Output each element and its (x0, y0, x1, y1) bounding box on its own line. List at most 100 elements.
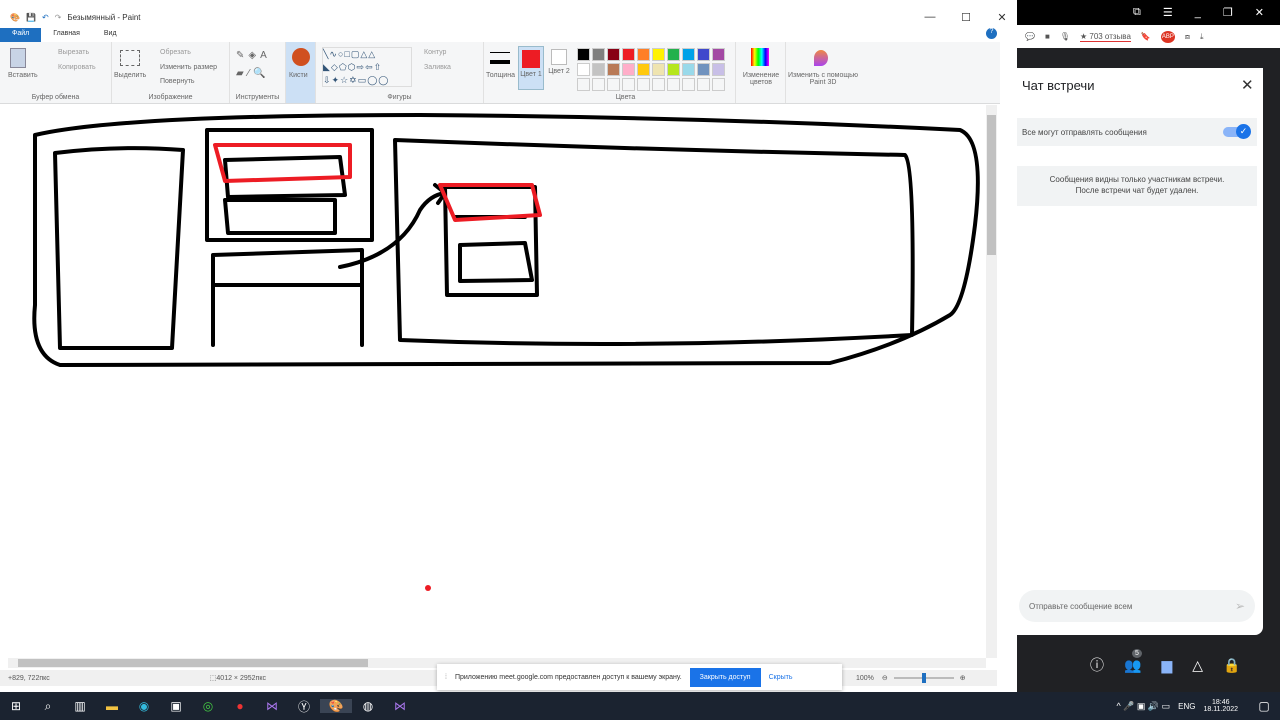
activities-icon[interactable]: △ (1192, 657, 1203, 674)
select-button[interactable]: Выделить (114, 72, 146, 79)
palette-swatch[interactable] (577, 78, 590, 91)
palette-swatch[interactable] (682, 78, 695, 91)
stop-sharing-button[interactable]: Закрыть доступ (689, 667, 761, 687)
yandex-browser-icon[interactable]: Ⓨ (288, 698, 320, 715)
chat-input[interactable]: Отправьте сообщение всем ➢ (1019, 590, 1255, 622)
color1-button[interactable]: Цвет 1 (518, 46, 544, 90)
paint3d-button[interactable]: Изменить с помощью Paint 3D (786, 42, 860, 103)
palette-swatch[interactable] (637, 48, 650, 61)
palette-swatch[interactable] (607, 48, 620, 61)
palette-swatch[interactable] (592, 78, 605, 91)
reviews-link[interactable]: ★ 703 отзыва (1079, 32, 1131, 42)
edit-colors-button[interactable]: Изменение цветов (736, 42, 786, 103)
crop-button[interactable]: Обрезать (160, 49, 191, 56)
host-controls-icon[interactable]: 🔒 (1223, 657, 1240, 674)
close-chat-button[interactable]: ✕ (1241, 76, 1254, 94)
canvas[interactable] (0, 105, 997, 658)
explorer-icon[interactable]: ▬ (96, 699, 128, 713)
palette-swatch[interactable] (667, 48, 680, 61)
palette-swatch[interactable] (697, 48, 710, 61)
hide-button[interactable]: Скрыть (769, 674, 793, 681)
copy-button[interactable]: Копировать (58, 64, 96, 71)
close-button[interactable]: ✕ (1255, 6, 1264, 19)
palette-swatch[interactable] (607, 63, 620, 76)
palette-swatch[interactable] (682, 48, 695, 61)
fill-button[interactable]: Заливка (424, 64, 451, 71)
tab-view[interactable]: Вид (92, 28, 129, 42)
obs-icon[interactable]: ◍ (352, 699, 384, 713)
palette-swatch[interactable] (682, 63, 695, 76)
search-icon[interactable]: ⌕ (32, 699, 64, 714)
tray-icons[interactable]: ^ 🎤 ▣ 🔊 ▭ (1116, 701, 1170, 712)
resize-button[interactable]: Изменить размер (160, 64, 217, 71)
tab-home[interactable]: Главная (41, 28, 92, 42)
redo-icon[interactable]: ↷ (55, 13, 62, 22)
palette-swatch[interactable] (712, 78, 725, 91)
mic-icon[interactable]: 🎙 (1060, 32, 1070, 41)
paint-icon[interactable]: 🎨 (320, 699, 352, 713)
palette-swatch[interactable] (712, 48, 725, 61)
language-indicator[interactable]: ENG (1178, 702, 1195, 711)
vertical-scrollbar[interactable] (986, 105, 997, 658)
palette-swatch[interactable] (652, 63, 665, 76)
palette-swatch[interactable] (637, 78, 650, 91)
chrome-icon[interactable]: ◎ (192, 699, 224, 713)
palette-swatch[interactable] (652, 48, 665, 61)
collections-icon[interactable]: ⧉ (1133, 6, 1141, 19)
cut-button[interactable]: Вырезать (58, 49, 89, 56)
help-icon[interactable]: ? (986, 28, 997, 39)
palette-swatch[interactable] (637, 63, 650, 76)
palette-swatch[interactable] (652, 78, 665, 91)
palette-swatch[interactable] (592, 63, 605, 76)
palette-swatch[interactable] (622, 48, 635, 61)
start-icon[interactable]: ⊞ (0, 699, 32, 713)
bookmark-icon[interactable]: 🔖 (1141, 32, 1151, 41)
palette-swatch[interactable] (667, 63, 680, 76)
menu-icon[interactable]: ☰ (1163, 6, 1173, 19)
palette-swatch[interactable] (697, 63, 710, 76)
outline-button[interactable]: Контур (424, 49, 446, 56)
adblock-icon[interactable]: ABP (1160, 30, 1175, 43)
chat-icon[interactable]: ▆ (1161, 657, 1172, 674)
camera-icon[interactable]: ■ (1045, 32, 1050, 41)
tools-icons[interactable]: ✎◈A (236, 50, 271, 61)
restore-button[interactable]: ❐ (1223, 6, 1233, 19)
edge-icon[interactable]: ◉ (128, 699, 160, 713)
rotate-button[interactable]: Повернуть (160, 78, 195, 85)
palette-swatch[interactable] (712, 63, 725, 76)
palette-swatch[interactable] (622, 63, 635, 76)
visual-studio-icon[interactable]: ⋈ (256, 699, 288, 713)
notifications-icon[interactable]: ▢ (1248, 699, 1280, 713)
info-icon[interactable]: ⓘ (1090, 655, 1104, 675)
send-icon[interactable]: ➢ (1235, 599, 1245, 613)
maximize-button[interactable]: ☐ (951, 11, 981, 24)
chat-icon[interactable]: 💬 (1025, 32, 1035, 41)
palette-swatch[interactable] (607, 78, 620, 91)
palette-swatch[interactable] (622, 78, 635, 91)
color2-button[interactable]: Цвет 2 (546, 46, 572, 90)
clock[interactable]: 18:46 18.11.2022 (1203, 699, 1238, 713)
palette-swatch[interactable] (667, 78, 680, 91)
undo-icon[interactable]: ↶ (42, 13, 49, 22)
minimize-button[interactable]: — (915, 11, 945, 23)
zoom-in-button[interactable]: ⊕ (960, 674, 966, 682)
minimize-button[interactable]: _ (1195, 7, 1201, 19)
drag-handle[interactable]: ⁞ (445, 674, 447, 681)
paste-button[interactable]: Вставить (8, 72, 38, 79)
extensions-icon[interactable]: ⧈ (1185, 32, 1190, 42)
thickness-button[interactable]: Толщина (484, 42, 516, 103)
store-icon[interactable]: ▣ (160, 699, 192, 713)
tab-file[interactable]: Файл (0, 28, 42, 42)
zoom-out-button[interactable]: ⊖ (882, 674, 888, 682)
visual-studio-icon-2[interactable]: ⋈ (384, 699, 416, 713)
palette-swatch[interactable] (577, 63, 590, 76)
save-icon[interactable]: 💾 (26, 13, 36, 22)
yandex-icon[interactable]: ● (224, 699, 256, 713)
shapes-gallery[interactable]: ╲∿○□▢△△ ◣◇⬠⬡⇨⇦⇧ ⇩✦☆✡▭◯◯ (322, 47, 412, 87)
download-icon[interactable]: ⤓ (1200, 32, 1204, 42)
task-view-icon[interactable]: ▥ (64, 699, 96, 713)
tools-icons-2[interactable]: ▰⁄🔍 (236, 68, 270, 79)
zoom-slider[interactable] (893, 673, 954, 683)
participants-icon[interactable]: 👥 5 (1124, 648, 1142, 674)
palette-swatch[interactable] (577, 48, 590, 61)
